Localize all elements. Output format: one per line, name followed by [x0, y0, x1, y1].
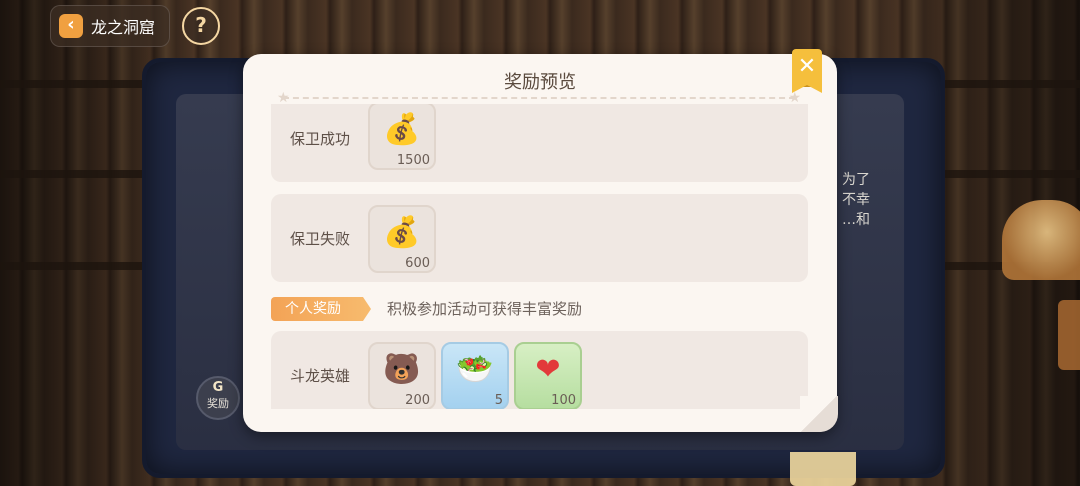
reward-item-heart[interactable]: ❤ 100: [514, 342, 582, 409]
bear-badge-icon: 🐻: [383, 352, 421, 387]
story-line: 不幸: [842, 192, 870, 208]
page-curl-decoration: [800, 396, 838, 432]
coin-icon: G: [212, 380, 224, 395]
help-button[interactable]: ?: [182, 7, 220, 45]
heart-icon: ❤: [535, 352, 561, 387]
back-button[interactable]: ‹ 龙之洞窟: [50, 5, 170, 47]
reward-row-defend-success: 保卫成功 💰 1500: [271, 104, 808, 182]
modal-title: 奖励预览: [504, 72, 576, 93]
row-label: 保卫失败: [290, 229, 351, 248]
item-quantity: 1500: [396, 153, 430, 168]
reward-row-dragon-hero: 斗龙英雄 🐻 200 🥗 5 ❤ 100: [271, 331, 808, 409]
lamp-base-decoration: [1058, 300, 1080, 370]
close-button[interactable]: ✕: [792, 49, 822, 93]
story-line: 为了: [842, 172, 870, 188]
reward-preview-modal: 奖励预览 ★ ★ 保卫成功 💰 1500 保卫失败 💰 600 个人奖励 积极参…: [243, 54, 837, 432]
money-bag-icon: 💰: [383, 215, 421, 250]
story-line: …和: [842, 212, 870, 228]
reward-item-bear-badge[interactable]: 🐻 200: [368, 342, 436, 409]
item-quantity: 600: [405, 256, 430, 271]
section-tag-personal-reward: 个人奖励: [271, 297, 371, 321]
lamp-decoration: [1002, 200, 1080, 280]
food-plate-icon: 🥗: [456, 352, 494, 387]
title-divider: [283, 97, 795, 99]
reward-round-label: 奖励: [207, 397, 229, 410]
reward-round-button[interactable]: G 奖励: [196, 376, 240, 420]
row-label: 斗龙英雄: [290, 366, 351, 385]
money-bag-icon: 💰: [383, 112, 421, 147]
item-quantity: 100: [551, 393, 576, 408]
row-label: 保卫成功: [290, 129, 351, 148]
reward-item-food-plate[interactable]: 🥗 5: [441, 342, 509, 409]
section-description: 积极参加活动可获得丰富奖励: [387, 300, 583, 318]
back-arrow-icon: ‹: [59, 14, 83, 38]
reward-list[interactable]: 保卫成功 💰 1500 保卫失败 💰 600 个人奖励 积极参加活动可获得丰富奖…: [271, 104, 808, 409]
reward-row-defend-fail: 保卫失败 💰 600: [271, 194, 808, 282]
back-button-label: 龙之洞窟: [91, 18, 156, 37]
reward-item-gold-bag[interactable]: 💰 600: [368, 205, 436, 273]
bottom-tab[interactable]: [790, 452, 856, 486]
item-quantity: 5: [494, 393, 503, 408]
item-quantity: 200: [405, 393, 430, 408]
reward-item-gold-bag[interactable]: 💰 1500: [368, 104, 436, 170]
story-text: 为了 不幸 …和: [842, 170, 870, 230]
